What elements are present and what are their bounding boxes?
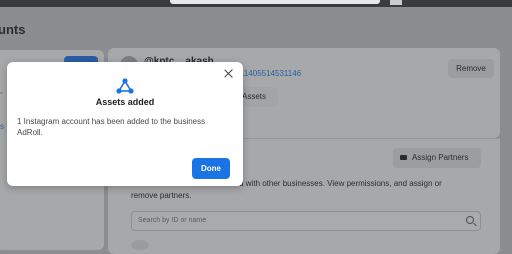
partners-description-cont: remove partners. (131, 191, 192, 200)
page-title: unts (0, 22, 26, 37)
search-placeholder: Search by ID or name (138, 217, 207, 224)
account-id: 11405514531146 (240, 69, 302, 78)
briefcase-icon (400, 155, 407, 160)
assets-added-dialog: Assets added 1 Instagram account has bee… (7, 62, 243, 186)
toolbar-square (390, 0, 402, 5)
partner-search-input[interactable]: Search by ID or name (131, 211, 481, 231)
assets-share-icon (116, 78, 134, 94)
address-bar[interactable] (170, 0, 380, 4)
done-button[interactable]: Done (192, 158, 230, 179)
remove-button[interactable]: Remove (448, 59, 494, 78)
left-panel-link[interactable]: s (0, 122, 4, 131)
assign-partners-button[interactable]: Assign Partners (393, 148, 481, 168)
dialog-title: Assets added (95, 97, 155, 107)
assign-partners-label: Assign Partners (412, 153, 469, 162)
browser-top-bar (0, 0, 512, 7)
partners-description: red with other businesses. View permissi… (232, 179, 442, 188)
search-icon[interactable] (466, 216, 474, 224)
partner-avatar (131, 240, 149, 250)
left-panel-text: , (0, 86, 3, 95)
dialog-message: 1 Instagram account has been added to th… (17, 117, 206, 137)
close-icon[interactable] (223, 68, 234, 79)
